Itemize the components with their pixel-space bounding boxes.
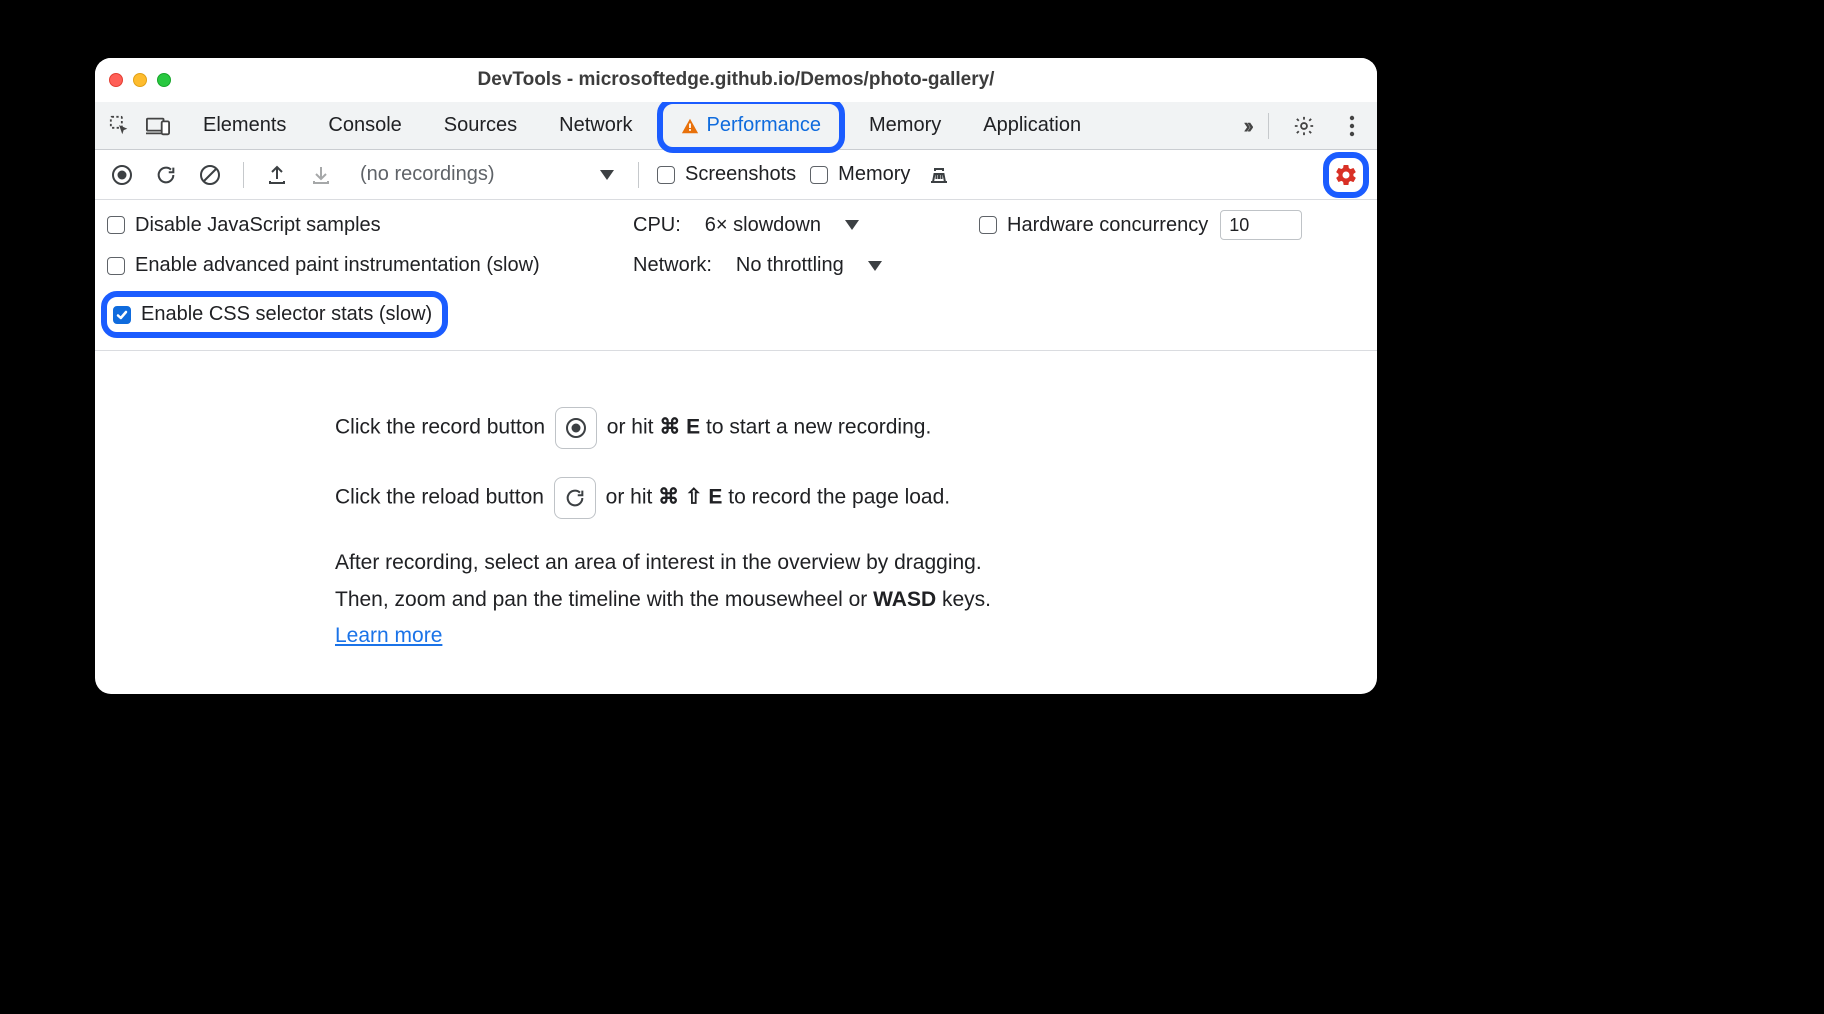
chevron-down-icon xyxy=(845,220,859,230)
disable-js-label: Disable JavaScript samples xyxy=(135,214,381,237)
warning-icon xyxy=(681,117,699,135)
hardware-concurrency-checkbox[interactable]: Hardware concurrency xyxy=(979,214,1208,237)
disable-js-checkbox[interactable]: Disable JavaScript samples xyxy=(107,214,627,237)
tab-memory[interactable]: Memory xyxy=(851,104,959,147)
screenshots-label: Screenshots xyxy=(685,163,796,186)
tab-elements[interactable]: Elements xyxy=(185,104,304,147)
shortcut-cmd-e: ⌘ E xyxy=(659,416,700,439)
record-button-inline[interactable] xyxy=(555,407,597,449)
reload-button-inline[interactable] xyxy=(554,477,596,519)
chevron-down-icon xyxy=(600,170,614,180)
landing-l2-tail: to record the page load. xyxy=(728,486,950,509)
checkbox-icon xyxy=(657,166,675,184)
paint-instrumentation-label: Enable advanced paint instrumentation (s… xyxy=(135,254,540,277)
kebab-menu-icon[interactable] xyxy=(1335,109,1369,143)
hardware-concurrency-input[interactable]: 10 xyxy=(1220,210,1302,240)
tab-performance[interactable]: Performance xyxy=(657,98,846,153)
separator xyxy=(1268,113,1269,139)
landing-p2-kbd: WASD xyxy=(873,588,936,611)
hardware-concurrency-label: Hardware concurrency xyxy=(1007,214,1208,237)
capture-settings-panel: Disable JavaScript samples CPU: 6× slowd… xyxy=(95,200,1377,351)
tab-network[interactable]: Network xyxy=(541,104,650,147)
checkbox-icon xyxy=(810,166,828,184)
learn-more-link[interactable]: Learn more xyxy=(335,624,442,647)
devtools-window: DevTools - microsoftedge.github.io/Demos… xyxy=(95,58,1377,694)
css-selector-stats-checkbox[interactable]: Enable CSS selector stats (slow) xyxy=(101,291,448,338)
tab-application[interactable]: Application xyxy=(965,104,1099,147)
landing-l1-post: or hit xyxy=(607,416,660,439)
css-selector-stats-label: Enable CSS selector stats (slow) xyxy=(141,303,432,326)
paint-instrumentation-checkbox[interactable]: Enable advanced paint instrumentation (s… xyxy=(107,254,627,277)
tab-group: Elements Console Sources Network Perform… xyxy=(185,98,1099,153)
separator xyxy=(638,162,639,188)
landing-l1-pre: Click the record button xyxy=(335,416,551,439)
cpu-select-group: CPU: 6× slowdown xyxy=(633,214,973,237)
landing-l1-tail: to start a new recording. xyxy=(706,416,931,439)
devtools-settings-icon[interactable] xyxy=(1287,109,1321,143)
network-label: Network: xyxy=(633,254,712,277)
clear-button[interactable] xyxy=(195,160,225,190)
reload-button[interactable] xyxy=(151,160,181,190)
devtools-tabbar: Elements Console Sources Network Perform… xyxy=(95,102,1377,150)
cpu-value: 6× slowdown xyxy=(705,214,821,237)
inspect-element-icon[interactable] xyxy=(103,109,137,143)
upload-profile-button[interactable] xyxy=(262,160,292,190)
landing-p2a: Then, zoom and pan the timeline with the… xyxy=(335,588,873,611)
more-tabs-icon[interactable]: ›› xyxy=(1243,113,1250,139)
zoom-window-button[interactable] xyxy=(157,73,171,87)
performance-toolbar: (no recordings) Screenshots Memory xyxy=(95,150,1377,200)
cpu-select[interactable]: 6× slowdown xyxy=(705,214,859,237)
traffic-lights xyxy=(109,73,171,87)
window-title: DevTools - microsoftedge.github.io/Demos… xyxy=(95,69,1377,91)
landing-instructions: Click the record button or hit ⌘ E to st… xyxy=(95,351,1377,673)
tab-performance-label: Performance xyxy=(707,114,822,137)
network-select-group: Network: No throttling xyxy=(633,254,973,277)
screenshots-checkbox[interactable]: Screenshots xyxy=(657,163,796,186)
memory-checkbox[interactable]: Memory xyxy=(810,163,910,186)
memory-label: Memory xyxy=(838,163,910,186)
chevron-down-icon xyxy=(868,261,882,271)
shortcut-cmd-shift-e: ⌘ ⇧ E xyxy=(658,486,722,509)
recordings-select[interactable]: (no recordings) xyxy=(350,159,620,191)
network-value: No throttling xyxy=(736,254,844,277)
checkbox-checked-icon xyxy=(113,306,131,324)
network-select[interactable]: No throttling xyxy=(736,254,882,277)
separator xyxy=(243,162,244,188)
record-button[interactable] xyxy=(107,160,137,190)
close-window-button[interactable] xyxy=(109,73,123,87)
checkbox-icon xyxy=(107,257,125,275)
landing-p2b: keys. xyxy=(936,588,991,611)
tab-sources[interactable]: Sources xyxy=(426,104,535,147)
cpu-label: CPU: xyxy=(633,214,681,237)
landing-l2-post: or hit xyxy=(606,486,659,509)
titlebar: DevTools - microsoftedge.github.io/Demos… xyxy=(95,58,1377,102)
minimize-window-button[interactable] xyxy=(133,73,147,87)
tab-console[interactable]: Console xyxy=(310,104,419,147)
landing-l2-pre: Click the reload button xyxy=(335,486,550,509)
device-toolbar-icon[interactable] xyxy=(141,109,175,143)
download-profile-button[interactable] xyxy=(306,160,336,190)
landing-p1: After recording, select an area of inter… xyxy=(335,547,1365,580)
checkbox-icon xyxy=(107,216,125,234)
checkbox-icon xyxy=(979,216,997,234)
collect-garbage-button[interactable] xyxy=(924,160,954,190)
capture-settings-button[interactable] xyxy=(1323,152,1369,198)
recordings-placeholder: (no recordings) xyxy=(360,163,495,186)
